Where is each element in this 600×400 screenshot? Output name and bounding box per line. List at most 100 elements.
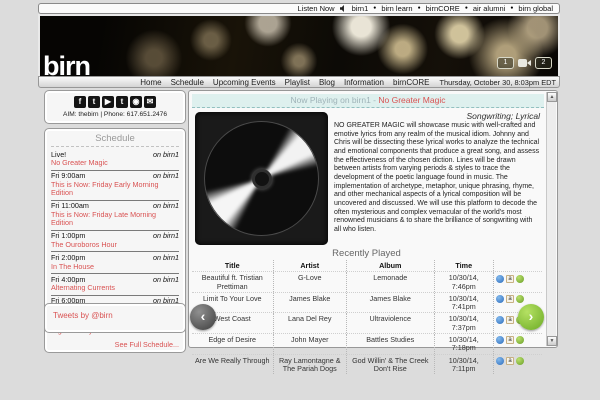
- contact-info: AIM: thebirn | Phone: 617.651.2476: [63, 111, 167, 118]
- schedule-station: on birn1: [153, 231, 179, 241]
- previous-arrow-button[interactable]: ‹: [190, 304, 216, 330]
- song-time: 10/30/14, 7:46pm: [433, 272, 494, 292]
- video-camera-icon: [518, 59, 531, 67]
- song-time: 10/30/14, 7:41pm: [433, 292, 494, 313]
- show-description: NO GREATER MAGIC will showcase music wit…: [334, 122, 540, 234]
- itunes-icon[interactable]: [496, 315, 504, 324]
- now-playing-prefix: Now Playing on birn1 -: [290, 95, 379, 105]
- vertical-scrollbar[interactable]: ▲ ▼: [546, 92, 557, 346]
- itunes-icon[interactable]: [496, 357, 504, 366]
- schedule-entry: Fri 4:00pm on birn1 Alternating Currents: [51, 274, 179, 296]
- webcam-controls: 1 2: [497, 57, 552, 69]
- song-album: Battles Studies: [346, 333, 434, 354]
- show-genre: Songwriting; Lyrical: [466, 111, 540, 121]
- schedule-show-link[interactable]: This is Now: Friday Early Morning Editio…: [51, 180, 179, 198]
- social-box: f t ▶ t ◉ ✉ AIM: thebirn | Phone: 617.651.247…: [44, 90, 186, 124]
- social-icons: f t ▶ t ◉ ✉: [45, 96, 185, 108]
- amazon-icon[interactable]: a: [506, 295, 514, 304]
- facebook-icon[interactable]: f: [74, 96, 86, 108]
- page: Listen Now birn1 ● birn learn ● birnCORE ● air…: [0, 0, 600, 400]
- spotify-icon[interactable]: [516, 357, 524, 366]
- song-album: God Willin' & The Creek Don't Rise: [346, 354, 434, 375]
- itunes-icon[interactable]: [496, 295, 504, 304]
- scroll-up-button[interactable]: ▲: [547, 92, 557, 102]
- nav-item-birncore[interactable]: birnCORE: [393, 78, 429, 87]
- song-title: Beautiful ft. Tristian Prettiman: [201, 273, 263, 291]
- song-title: Are We Really Through: [195, 355, 270, 365]
- schedule-entry: Fri 9:00am on birn1 This is Now: Friday Ea…: [51, 171, 179, 201]
- nav-item-home[interactable]: Home: [140, 78, 161, 87]
- itunes-icon[interactable]: [496, 336, 504, 345]
- tumblr-icon[interactable]: t: [116, 96, 128, 108]
- song-artist: Ray Lamontagne & The Pariah Dogs: [272, 354, 347, 375]
- column-header-artist: Artist: [272, 260, 347, 272]
- amazon-icon[interactable]: a: [506, 336, 514, 345]
- station-link-birn-learn[interactable]: birn learn: [381, 4, 412, 13]
- schedule-show-link[interactable]: This is Now: Friday Late Morning Edition: [51, 210, 179, 228]
- schedule-entry: Live! on birn1 No Greater Magic: [51, 149, 179, 171]
- top-bar: Listen Now birn1 ● birn learn ● birnCORE ● air…: [38, 3, 560, 14]
- speaker-icon: [339, 5, 344, 12]
- station-link-birn-global[interactable]: birn global: [518, 4, 553, 13]
- bullet-separator: ●: [417, 5, 421, 11]
- song-artist: John Mayer: [272, 333, 347, 354]
- nav-item-schedule[interactable]: Schedule: [171, 78, 204, 87]
- song-links: a: [493, 333, 542, 354]
- main-nav: Home Schedule Upcoming Events Playlist Blog I…: [38, 76, 560, 88]
- table-row: Are We Really Through Ray Lamontagne & Th…: [192, 353, 542, 375]
- schedule-show-link[interactable]: The Ouroboros Hour: [51, 240, 179, 249]
- schedule-title: Schedule: [51, 133, 179, 147]
- cam-1-button[interactable]: 1: [497, 57, 514, 69]
- nav-item-information[interactable]: Information: [344, 78, 384, 87]
- song-links: a: [493, 272, 542, 292]
- now-playing-show-link[interactable]: No Greater Magic: [378, 95, 445, 105]
- nav-item-blog[interactable]: Blog: [319, 78, 335, 87]
- song-time: 10/30/14, 7:11pm: [433, 354, 494, 375]
- amazon-icon[interactable]: a: [506, 357, 514, 366]
- column-header-links: [493, 260, 542, 272]
- song-time: 10/30/14, 7:37pm: [433, 313, 494, 333]
- schedule-show-link[interactable]: Alternating Currents: [51, 283, 179, 292]
- see-full-schedule-link[interactable]: See Full Schedule...: [51, 338, 179, 349]
- bullet-separator: ●: [373, 5, 377, 11]
- table-row: West Coast Lana Del Rey Ultraviolence 10/30…: [192, 312, 542, 333]
- main-panel: Now Playing on birn1 - No Greater Magic …: [188, 90, 558, 375]
- column-header-time: Time: [433, 260, 494, 272]
- instagram-icon[interactable]: ◉: [130, 96, 142, 108]
- table-row: Limit To Your Love James Blake James Blake…: [192, 291, 542, 313]
- itunes-icon[interactable]: [496, 274, 504, 283]
- station-link-air-alumni[interactable]: air alumni: [473, 4, 506, 13]
- youtube-icon[interactable]: ▶: [102, 96, 114, 108]
- recently-played-table: Title Artist Album Time Beautiful ft. Tristi…: [192, 260, 542, 375]
- song-title: Edge of Desire: [208, 334, 257, 344]
- nav-item-playlist[interactable]: Playlist: [285, 78, 310, 87]
- song-artist: Lana Del Rey: [272, 313, 347, 333]
- station-link-birn1[interactable]: birn1: [352, 4, 369, 13]
- station-links: birn1 ● birn learn ● birnCORE ● air alumni ● bir…: [352, 4, 553, 13]
- column-header-album: Album: [346, 260, 434, 272]
- schedule-station: on birn1: [153, 274, 179, 284]
- song-album: James Blake: [346, 292, 434, 313]
- now-playing-bar: Now Playing on birn1 - No Greater Magic: [192, 94, 544, 108]
- spotify-icon[interactable]: [516, 295, 524, 304]
- amazon-icon[interactable]: a: [506, 315, 514, 324]
- tweets-box: Tweets by @birn: [44, 303, 186, 333]
- current-datetime: Thursday, October 30, 8:03pm EDT: [439, 77, 556, 87]
- nav-item-upcoming-events[interactable]: Upcoming Events: [213, 78, 276, 87]
- next-arrow-button[interactable]: ›: [518, 304, 544, 330]
- station-link-birncore[interactable]: birnCORE: [426, 4, 460, 13]
- schedule-show-link[interactable]: No Greater Magic: [51, 158, 179, 167]
- spotify-icon[interactable]: [516, 336, 524, 345]
- amazon-icon[interactable]: a: [506, 274, 514, 283]
- schedule-station: on birn1: [153, 252, 179, 262]
- song-album: Ultraviolence: [346, 313, 434, 333]
- listen-now-link[interactable]: Listen Now: [297, 4, 334, 13]
- cam-2-button[interactable]: 2: [535, 57, 552, 69]
- scroll-down-button[interactable]: ▼: [547, 336, 557, 346]
- schedule-station: on birn1: [153, 149, 179, 159]
- twitter-icon[interactable]: t: [88, 96, 100, 108]
- tweets-by-birn-link[interactable]: Tweets by @birn: [53, 311, 113, 320]
- email-icon[interactable]: ✉: [144, 96, 156, 108]
- schedule-show-link[interactable]: In The House: [51, 262, 179, 271]
- spotify-icon[interactable]: [516, 274, 524, 283]
